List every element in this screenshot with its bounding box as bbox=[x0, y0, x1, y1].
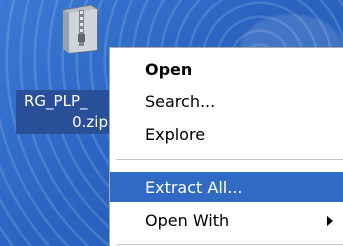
menu-item-open-with[interactable]: Open With bbox=[110, 205, 343, 235]
menu-item-extract-all[interactable]: Extract All... bbox=[110, 172, 343, 202]
submenu-arrow-icon bbox=[327, 216, 333, 226]
file-name-line2: 0.zip bbox=[72, 113, 108, 131]
zip-folder-icon[interactable] bbox=[61, 4, 99, 54]
menu-separator bbox=[116, 244, 343, 245]
file-name-line1: RG_PLP_ bbox=[24, 92, 88, 110]
file-name-label[interactable]: RG_PLP_ 0.zip bbox=[16, 90, 116, 134]
menu-separator bbox=[116, 159, 343, 160]
context-menu: Open Search... Explore Extract All... Op… bbox=[109, 47, 343, 246]
menu-item-search[interactable]: Search... bbox=[110, 86, 343, 116]
menu-item-explore[interactable]: Explore bbox=[110, 119, 343, 149]
menu-item-open[interactable]: Open bbox=[110, 54, 343, 84]
menu-item-open-with-label: Open With bbox=[145, 210, 230, 230]
